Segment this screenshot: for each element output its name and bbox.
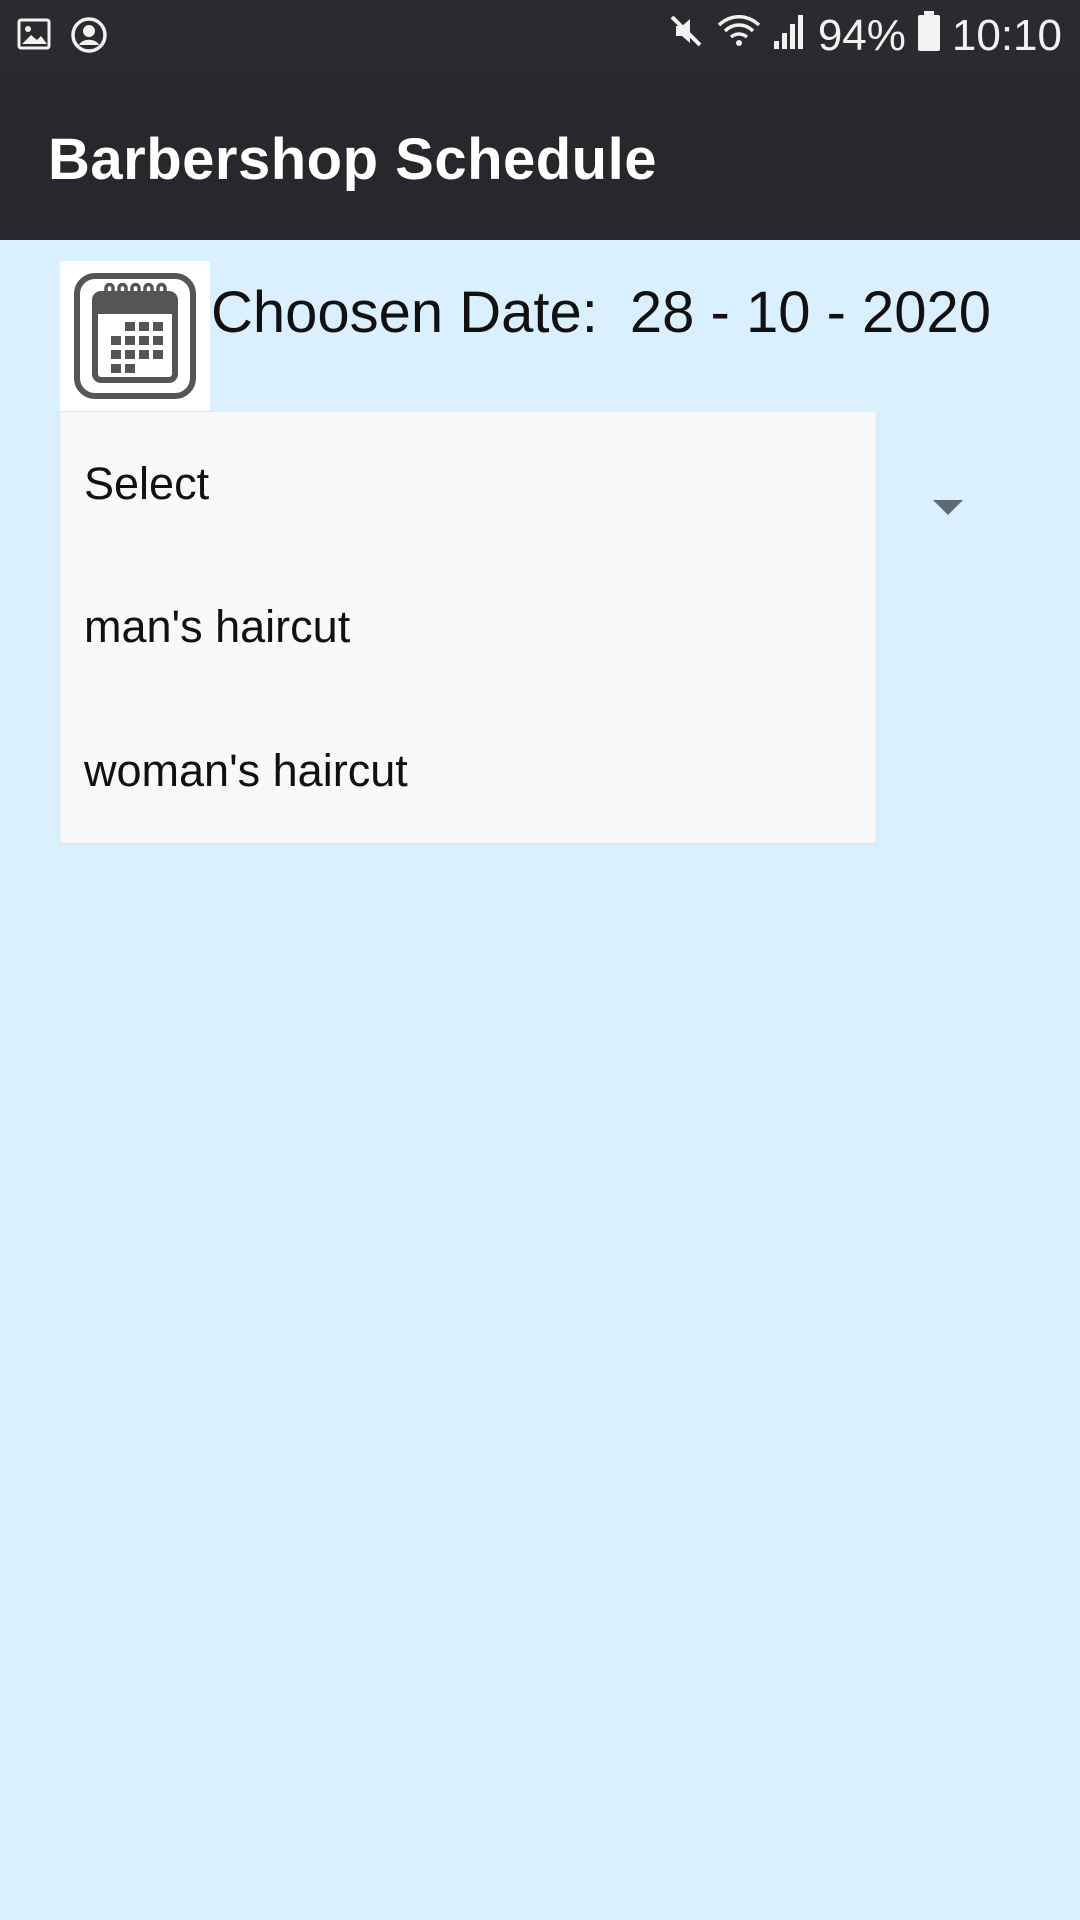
dropdown-arrow-icon[interactable] [933,500,963,515]
dropdown-option-mans-haircut[interactable]: man's haircut [60,555,876,699]
chosen-date-value: 28 - 10 - 2020 [629,279,992,345]
dropdown-option-select[interactable]: Select [60,412,876,555]
service-dropdown-popup: Select man's haircut woman's haircut [60,412,876,843]
chosen-date-row: Choosen Date: 28 - 10 - 2020 [211,272,991,352]
main-content: Choosen Date: 28 - 10 - 2020 Select man'… [0,240,1080,1920]
status-left-icons [16,16,108,59]
status-time: 10:10 [951,11,1062,60]
signal-icon [772,11,808,62]
status-bar: 94% 10:10 [0,0,1080,72]
status-right-group: 94% 10:10 [666,0,1062,72]
chosen-date-label: Choosen Date: [211,279,598,345]
app-bar: Barbershop Schedule [0,72,1080,240]
calendar-button[interactable] [60,261,210,411]
wifi-icon [716,11,762,62]
battery-icon [916,10,942,63]
dropdown-option-womans-haircut[interactable]: woman's haircut [60,699,876,843]
app-title: Barbershop Schedule [48,127,657,192]
image-notification-icon [16,16,52,59]
calendar-icon [73,268,197,405]
account-circle-icon [70,16,108,59]
battery-percent: 94% [817,11,906,60]
mute-icon [666,11,706,62]
